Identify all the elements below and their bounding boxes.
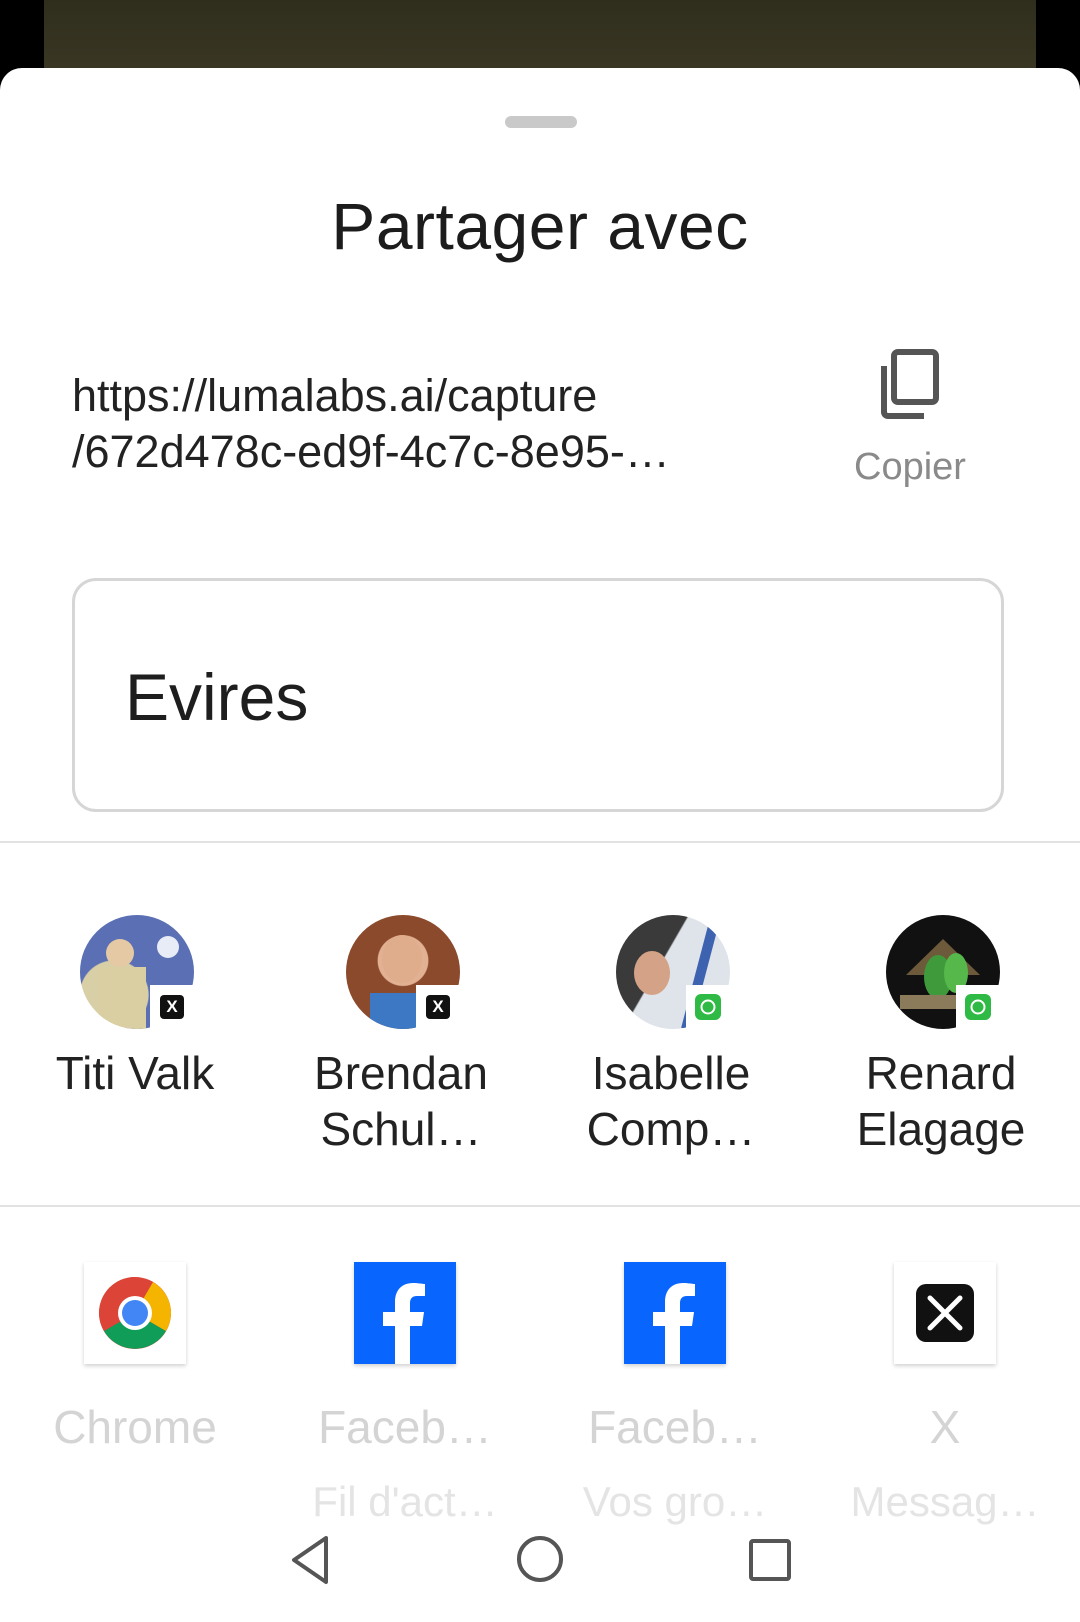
url-line-2: /672d478c-ed9f-4c7c-8e95-…	[72, 426, 670, 477]
app-name: Faceb…	[318, 1401, 492, 1453]
x-icon	[894, 1262, 996, 1364]
facebook-icon	[354, 1262, 456, 1364]
contact-name: Brendan Schul…	[266, 1045, 536, 1157]
contact-name: Isabelle Comp…	[536, 1045, 806, 1157]
facebook-icon	[624, 1262, 726, 1364]
x-icon: X	[160, 995, 184, 1019]
app-subtitle: Vos gro…	[582, 1478, 768, 1525]
copy-icon	[881, 349, 939, 419]
contact-name: Renard Elagage	[806, 1045, 1076, 1157]
url-line-1: https://lumalabs.ai/capture	[72, 370, 598, 421]
whatsapp-icon	[695, 994, 721, 1020]
share-sheet: Partager avec https://lumalabs.ai/captur…	[0, 68, 1080, 1622]
app-name: Chrome	[53, 1401, 217, 1453]
app-name: X	[929, 1401, 961, 1453]
contact-name: Titi Valk	[0, 1045, 270, 1101]
copy-label: Copier	[854, 446, 966, 488]
contact-name-line1: Titi Valk	[55, 1047, 215, 1099]
app-subtitle: Fil d'act…	[312, 1478, 498, 1525]
whatsapp-badge	[956, 985, 1000, 1029]
shared-text-value: Evires	[125, 660, 309, 734]
recent-apps-icon[interactable]	[748, 1538, 792, 1582]
divider	[0, 841, 1080, 843]
system-navigation-bar	[0, 1528, 1080, 1608]
chrome-icon	[84, 1262, 186, 1364]
app-name: Faceb…	[588, 1401, 762, 1453]
shared-text-field[interactable]: Evires	[72, 578, 1004, 812]
shared-url: https://lumalabs.ai/capture /672d478c-ed…	[72, 368, 772, 480]
back-icon[interactable]	[288, 1534, 332, 1586]
whatsapp-icon	[965, 994, 991, 1020]
drag-handle[interactable]	[505, 116, 577, 128]
divider	[0, 1205, 1080, 1207]
contact-name-line1: Brendan	[314, 1047, 488, 1099]
home-icon[interactable]	[515, 1534, 565, 1584]
contact-name-line1: Renard	[865, 1047, 1017, 1099]
x-icon: X	[426, 995, 450, 1019]
whatsapp-badge	[686, 985, 730, 1029]
contact-name-line1: Isabelle	[591, 1047, 751, 1099]
copy-button[interactable]: Copier	[820, 348, 1000, 488]
x-badge: X	[150, 985, 194, 1029]
x-badge: X	[416, 985, 460, 1029]
contact-name-line2: Elagage	[856, 1103, 1026, 1155]
contact-name-line2: Comp…	[586, 1103, 756, 1155]
contact-name-line2: Schul…	[320, 1103, 482, 1155]
sheet-title: Partager avec	[331, 189, 749, 263]
app-subtitle: Messag…	[850, 1478, 1040, 1525]
